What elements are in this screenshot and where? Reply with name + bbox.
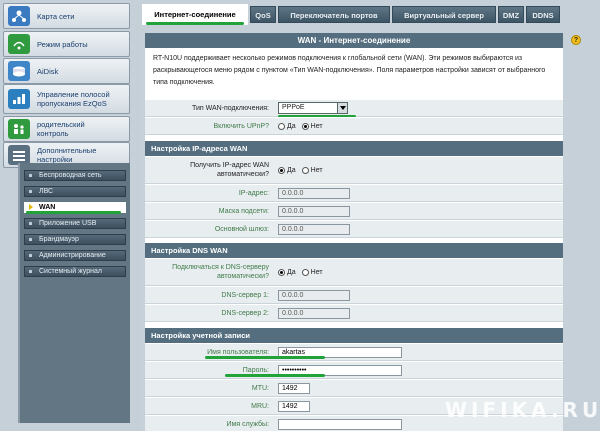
upnp-label: Включить UPnP? [213,122,269,130]
dns2-label: DNS-сервер 2: [221,309,269,317]
wan-type-value: PPPoE [282,104,305,111]
menu-label: Режим работы [37,39,88,49]
menu-item-ezqos[interactable]: Управление полосой пропускания EzQoS [3,84,130,114]
menu-label: Дополнительные настройки [37,146,97,164]
page-title: WAN - Интернет-соединение [145,33,563,48]
submenu-item-firewall[interactable]: Брандмауэр [24,234,126,245]
wan-type-label: Тип WAN-подключения: [191,104,269,112]
submenu-item-wireless[interactable]: Беспроводная сеть [24,170,126,181]
dns2-row: DNS-сервер 2: 0.0.0.0 [145,304,563,322]
menu-item-operation-mode[interactable]: Режим работы [3,31,130,57]
aidisk-icon [8,61,30,81]
submenu-item-administration[interactable]: Администрирование [24,250,126,261]
tab-qos[interactable]: QoS [250,6,276,23]
upnp-yes-label: Да [287,122,296,130]
ip-address-field[interactable]: 0.0.0.0 [278,187,350,199]
ezqos-icon [8,89,30,109]
upnp-no-label: Нет [310,122,323,130]
wan-type-select[interactable]: PPPoE [278,102,348,114]
network-map-icon [8,6,30,26]
ip-address-row: IP-адрес: 0.0.0.0 [145,184,563,202]
gateway-field[interactable]: 0.0.0.0 [278,223,350,235]
menu-label: AiDisk [37,66,59,76]
tab-ddns[interactable]: DDNS [526,6,560,23]
page-description: RT-N10U поддерживает несколько режимов п… [153,55,546,86]
menu-item-aidisk[interactable]: AiDisk [3,58,130,84]
watermark-logo: WIFIKA.RU [445,398,600,422]
dns2-field[interactable]: 0.0.0.0 [278,307,350,319]
advanced-settings-icon [8,145,30,165]
ip-auto-yes-label: Да [287,166,296,174]
password-underline [225,374,325,377]
ip-auto-yes-radio[interactable] [278,166,285,174]
tab-bar: Интернет-соединение QoS Переключатель по… [140,0,600,25]
dns1-label: DNS-сервер 1: [221,291,269,299]
help-icon[interactable]: ? [571,35,581,45]
wan-highlight-underline [26,211,121,214]
mtu-row: MTU: 1492 [145,379,563,397]
dns1-field[interactable]: 0.0.0.0 [278,289,350,301]
dns-auto-no-radio[interactable] [301,268,309,276]
wireless-mode-icon [8,34,30,54]
upnp-row: Включить UPnP? Да Нет [145,117,563,135]
tab-dmz[interactable]: DMZ [498,6,524,23]
menu-label: родительский контроль [37,120,85,138]
gateway-row: Основной шлюз: 0.0.0.0 [145,220,563,238]
subnet-mask-label: Маска подсети: [218,207,269,215]
dns-auto-yes-label: Да [287,268,296,276]
ip-auto-no-radio[interactable] [301,166,309,174]
parental-control-icon [8,119,30,139]
main-panel: ? WAN - Интернет-соединение RT-N10U подд… [140,25,600,431]
dns-auto-yes-radio[interactable] [278,268,285,276]
mtu-label: MTU: [251,384,269,392]
service-name-field[interactable] [278,418,402,430]
dns-section-header: Настройка DNS WAN [145,243,563,258]
subnet-mask-field[interactable]: 0.0.0.0 [278,205,350,217]
tab-port-switch[interactable]: Переключатель портов [278,6,390,23]
password-row: Пароль: •••••••••• [145,361,563,379]
menu-item-parental-control[interactable]: родительский контроль [3,116,130,142]
gateway-label: Основной шлюз: [214,225,269,233]
service-name-label: Имя службы: [226,420,270,428]
ip-address-label: IP-адрес: [238,189,269,197]
dns1-row: DNS-сервер 1: 0.0.0.0 [145,286,563,304]
dns-auto-label: Подключаться к DNS-серверу автоматически… [172,264,269,280]
ip-auto-row: Получить IP-адрес WAN автоматически? Да … [145,156,563,184]
submenu-item-system-log[interactable]: Системный журнал [24,266,126,277]
advanced-submenu: Беспроводная сеть ЛВС WAN Приложение USB… [18,163,130,423]
upnp-no-radio[interactable] [301,122,309,130]
menu-item-network-map[interactable]: Карта сети [3,3,130,29]
tab-virtual-server[interactable]: Виртуальный сервер [392,6,496,23]
mtu-field[interactable]: 1492 [278,382,310,394]
account-section-header: Настройка учетной записи [145,328,563,343]
upnp-yes-radio[interactable] [278,122,285,130]
chevron-down-icon[interactable] [337,103,347,113]
submenu-item-lan[interactable]: ЛВС [24,186,126,197]
sidebar: Карта сети Режим работы AiDisk Управлени… [0,0,136,431]
subnet-mask-row: Маска подсети: 0.0.0.0 [145,202,563,220]
dns-auto-no-label: Нет [310,268,323,276]
content-area: WAN - Интернет-соединение RT-N10U поддер… [145,33,563,431]
username-underline [205,356,325,359]
ip-section-header: Настройка IP-адреса WAN [145,141,563,156]
menu-label: Карта сети [37,11,75,21]
dns-auto-row: Подключаться к DNS-серверу автоматически… [145,258,563,286]
ip-auto-no-label: Нет [310,166,323,174]
menu-label: Управление полосой пропускания EzQoS [37,90,110,108]
ip-auto-label: Получить IP-адрес WAN автоматически? [190,162,269,178]
mru-label: MRU: [251,402,269,410]
mru-field[interactable]: 1492 [278,400,310,412]
submenu-item-usb-application[interactable]: Приложение USB [24,218,126,229]
